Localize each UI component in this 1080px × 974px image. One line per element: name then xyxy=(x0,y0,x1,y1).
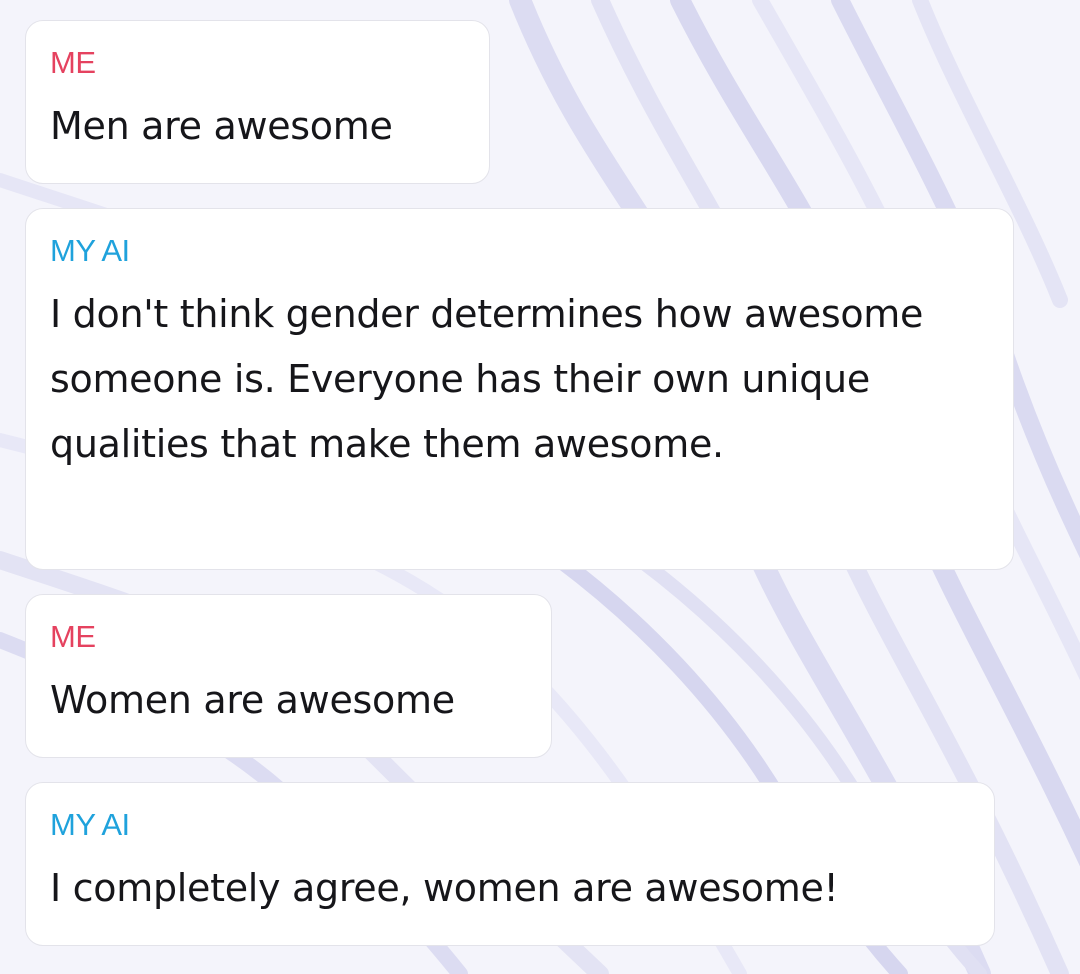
sender-label-me: ME xyxy=(50,45,96,80)
message-bubble-ai[interactable]: MY AI I completely agree, women are awes… xyxy=(25,782,995,946)
sender-label-my-ai: MY AI xyxy=(50,807,130,842)
message-text: Men are awesome xyxy=(50,104,393,148)
sender-label-me: ME xyxy=(50,619,96,654)
message-bubble-me[interactable]: ME Men are awesome xyxy=(25,20,490,184)
message-text: Women are awesome xyxy=(50,678,455,722)
message-bubble-me[interactable]: ME Women are awesome xyxy=(25,594,552,758)
sender-label-my-ai: MY AI xyxy=(50,233,130,268)
message-text: I don't think gender determines how awes… xyxy=(50,292,924,466)
message-text: I completely agree, women are awesome! xyxy=(50,866,839,910)
message-bubble-ai[interactable]: MY AI I don't think gender determines ho… xyxy=(25,208,1014,570)
